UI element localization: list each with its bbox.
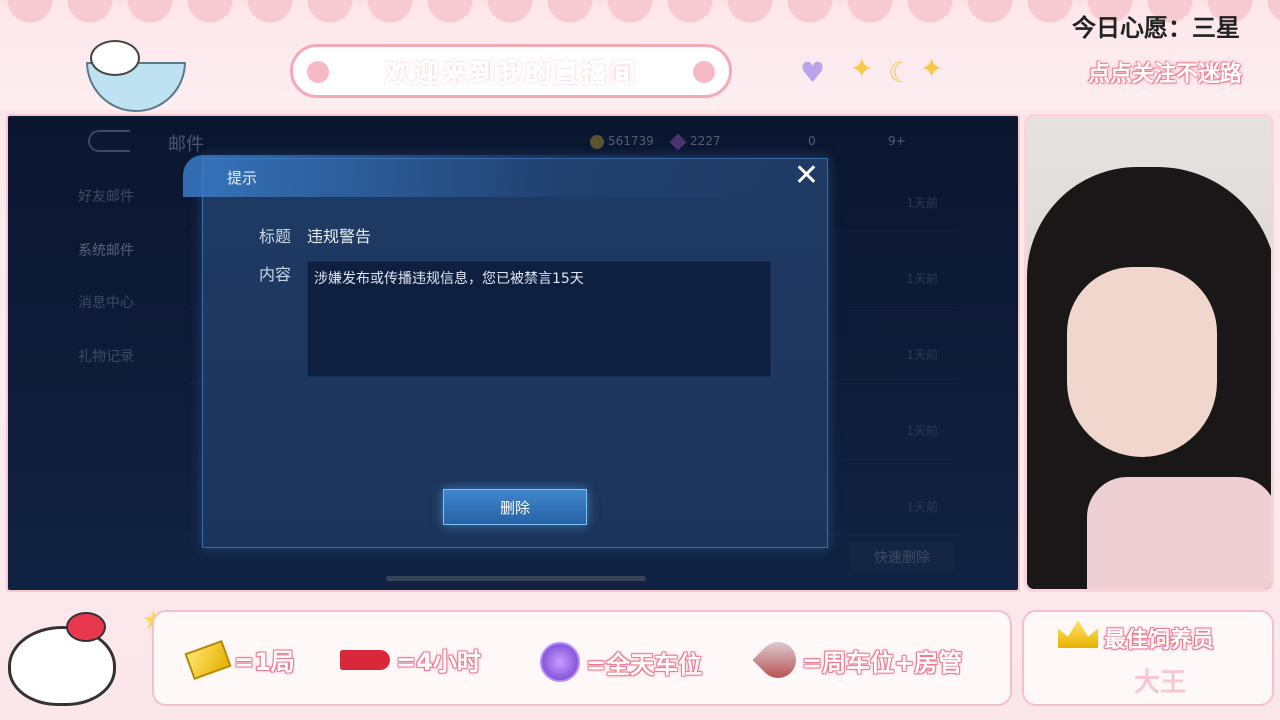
stream-banner: 欢迎来到我的直播间 [290,44,732,98]
wish-text: 今日心愿：三星 [1072,14,1240,42]
rule-item: =4小时 [340,642,481,677]
hello-kitty-bowl-decoration [86,36,186,112]
rule-item: =周车位+房管 [752,634,962,686]
crown-icon [1058,620,1098,648]
medal-icon [540,642,580,682]
delete-button[interactable]: 删除 [443,489,587,525]
rule-item: =1局 [184,639,295,680]
best-feeder-title: 最佳饲养员 [1104,628,1215,653]
subject-label: 标题 [259,227,292,246]
banner-title: 欢迎来到我的直播间 [384,58,637,89]
plane-icon [340,649,390,670]
hello-kitty-decoration: ★ [4,606,165,716]
webcam-feed [1024,114,1274,592]
notice-dialog: 提示 ✕ 标题 违规警告 内容 涉嫌发布或传播违规信息，您已被禁言15天 删除 [183,155,828,548]
content-value: 涉嫌发布或传播违规信息，您已被禁言15天 [314,271,584,287]
dialog-title: 提示 [227,169,258,187]
best-feeder-name: 大王 [1134,668,1187,698]
rule-item: =全天车位 [540,642,702,682]
rocket-icon [752,634,804,686]
star-icon: ✦ [920,52,944,85]
close-icon[interactable]: ✕ [794,161,819,191]
best-feeder-panel: 最佳饲养员 大王 [1022,610,1274,706]
paw-icon [307,61,329,83]
heart-icon: ♥ [800,56,826,89]
follow-text: 点点关注不迷路 [1087,62,1242,87]
content-label: 内容 [259,265,292,284]
paw-icon [693,61,715,83]
subject-value: 违规警告 [307,227,372,246]
content-box: 涉嫌发布或传播违规信息，您已被禁言15天 [307,261,771,377]
streamer-face [1067,267,1217,457]
gift-rules-bar: =1局 =4小时 =全天车位 =周车位+房管 [152,610,1012,706]
streamer-shirt [1087,477,1271,589]
star-icon: ✦ [850,52,874,85]
dialog-header [183,155,813,197]
moon-icon: ☾ [888,56,914,89]
ticket-icon [184,639,232,680]
game-screen: 邮件 561739 2227 0 9+ 好友邮件 系统邮件 消息中心 礼物记录 … [6,114,1020,592]
